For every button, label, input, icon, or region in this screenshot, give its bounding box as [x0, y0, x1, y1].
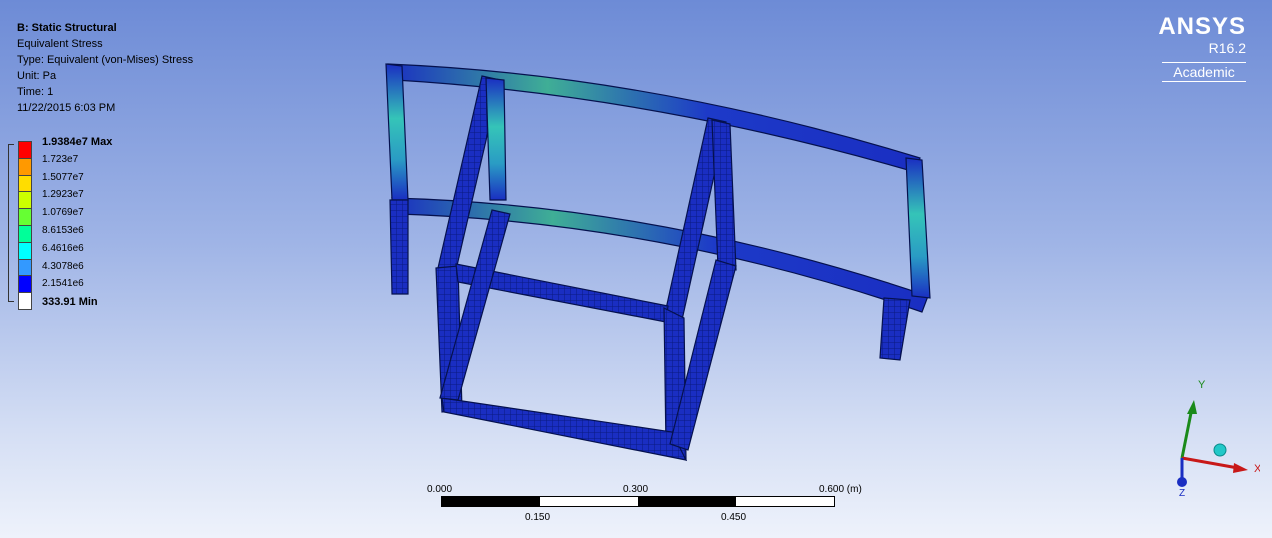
- axis-triad[interactable]: Y X Z: [1160, 372, 1260, 502]
- x-axis-line: [1181, 456, 1239, 470]
- leg-right: [879, 297, 911, 361]
- scale-ruler: [441, 496, 835, 507]
- post-left-upper: [385, 63, 409, 201]
- scale-label-450: 0.450: [721, 512, 747, 523]
- scale-label-0: 0.000: [427, 484, 453, 495]
- graphics-viewport[interactable]: B: Static Structural Equivalent Stress T…: [0, 0, 1272, 538]
- z-axis-head: [1177, 477, 1187, 487]
- scale-segment-1: [442, 497, 540, 506]
- y-axis-line: [1180, 407, 1194, 459]
- y-axis-arrow: [1187, 400, 1197, 414]
- scale-segment-3: [638, 497, 736, 506]
- z-axis-label: Z: [1179, 488, 1185, 499]
- post-left-lower: [389, 199, 409, 295]
- scale-bar: 0.000 0.300 0.600 (m) 0.150 0.450: [427, 484, 862, 524]
- post-inner-left: [485, 77, 507, 201]
- y-axis-label: Y: [1198, 379, 1206, 391]
- scale-label-600: 0.600 (m): [819, 484, 862, 495]
- scale-label-300: 0.300: [623, 484, 649, 495]
- beam-bottom-front: [441, 397, 688, 461]
- x-axis-arrow: [1233, 463, 1248, 473]
- x-axis-label: X: [1254, 463, 1260, 475]
- scale-label-150: 0.150: [525, 512, 551, 523]
- post-right-end: [905, 157, 931, 299]
- frame-model[interactable]: [0, 0, 1272, 538]
- iso-view-ball: [1213, 443, 1227, 457]
